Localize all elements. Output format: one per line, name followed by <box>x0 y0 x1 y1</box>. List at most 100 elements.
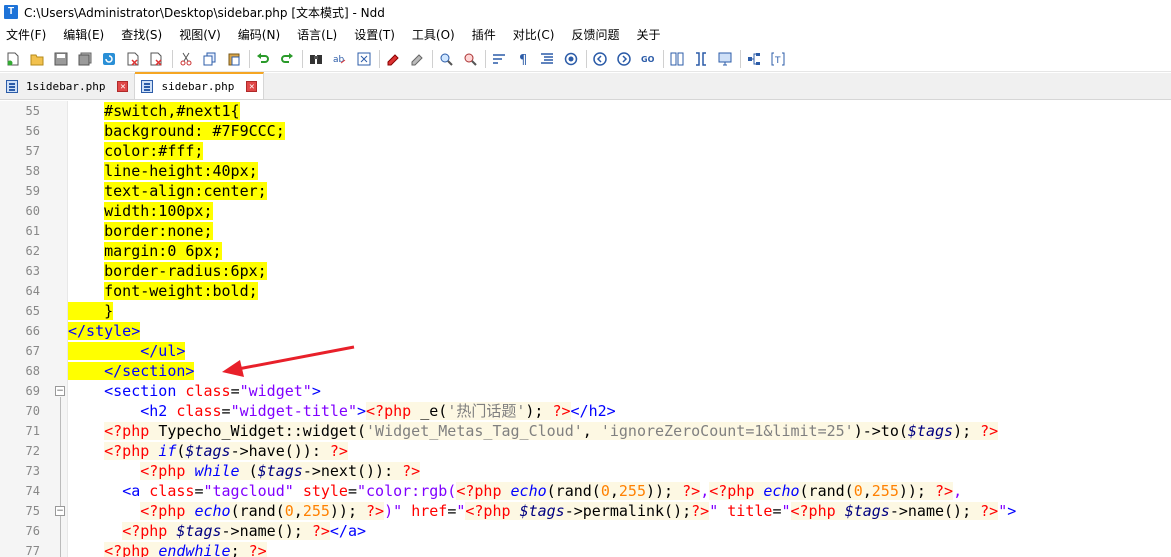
macro-record-icon[interactable] <box>562 50 580 68</box>
menu-about[interactable]: 关于 <box>637 26 661 43</box>
line-number: 74 <box>25 484 40 498</box>
menu-encoding[interactable]: 编码(N) <box>238 26 280 43</box>
line-number: 69 <box>25 384 40 398</box>
code-line: text-align:center; <box>104 182 267 200</box>
undo-icon[interactable] <box>254 50 272 68</box>
close-icon[interactable]: ✕ <box>117 80 129 92</box>
prev-icon[interactable] <box>591 50 609 68</box>
line-number: 64 <box>25 284 40 298</box>
window-title: C:\Users\Administrator\Desktop\sidebar.p… <box>24 5 385 20</box>
line-number: 72 <box>25 444 40 458</box>
menu-compare[interactable]: 对比(C) <box>513 26 555 43</box>
tab-1sidebar[interactable]: 1sidebar.php ✕ <box>0 73 136 99</box>
code-line: </section> <box>68 361 1171 381</box>
code-line: line-height:40px; <box>104 162 258 180</box>
code-line: #switch,#next1{ <box>104 102 240 120</box>
code-line: <h2 class="widget-title"><?php _e('热门话题'… <box>140 402 616 420</box>
word-wrap-icon[interactable] <box>490 50 508 68</box>
toolbar-separator <box>663 49 664 68</box>
line-number: 70 <box>25 404 40 418</box>
fold-toggle-icon[interactable]: − <box>55 386 65 396</box>
text-mode-icon[interactable]: T <box>769 50 787 68</box>
code-editor[interactable]: 55 56 57 58 59 60 61 62 63 64 65 66 67 6… <box>0 101 1171 557</box>
menu-file[interactable]: 文件(F) <box>6 26 46 43</box>
line-number: 60 <box>25 204 40 218</box>
goto-line-icon[interactable]: GO <box>639 50 657 68</box>
svg-text:¶: ¶ <box>519 53 527 66</box>
menu-search[interactable]: 查找(S) <box>121 26 162 43</box>
code-line: <?php endwhile; ?> <box>68 541 1171 557</box>
code-line: font-weight:bold; <box>104 282 258 300</box>
tree-icon[interactable] <box>745 50 763 68</box>
menu-settings[interactable]: 设置(T) <box>354 26 395 43</box>
show-symbols-icon[interactable]: ¶ <box>514 50 532 68</box>
toolbar-separator <box>302 49 303 68</box>
code-line: border:none; <box>104 222 213 240</box>
code-line: margin:0 6px; <box>104 242 222 260</box>
find-icon[interactable] <box>307 50 325 68</box>
menu-language[interactable]: 语言(L) <box>297 26 337 43</box>
line-number: 66 <box>25 324 40 338</box>
tab-sidebar[interactable]: sidebar.php ✕ <box>135 72 265 99</box>
mark-icon[interactable] <box>384 50 402 68</box>
zoom-in-icon[interactable] <box>437 50 455 68</box>
paste-icon[interactable] <box>225 50 243 68</box>
next-icon[interactable] <box>615 50 633 68</box>
svg-text:T: T <box>774 56 781 66</box>
code-line: color:#fff; <box>104 142 204 160</box>
line-number-gutter: 55 56 57 58 59 60 61 62 63 64 65 66 67 6… <box>0 101 52 557</box>
menu-view[interactable]: 视图(V) <box>179 26 221 43</box>
toolbar-separator <box>432 49 433 68</box>
code-line: width:100px; <box>104 202 213 220</box>
file-icon <box>6 79 18 93</box>
app-icon: T <box>4 5 18 19</box>
svg-text:ab: ab <box>333 55 345 65</box>
line-number: 76 <box>25 524 40 538</box>
line-number: 65 <box>25 304 40 318</box>
line-number: 73 <box>25 464 40 478</box>
line-number: 71 <box>25 424 40 438</box>
open-file-icon[interactable] <box>28 50 46 68</box>
toolbar-separator <box>249 49 250 68</box>
menu-plugins[interactable]: 插件 <box>472 26 496 43</box>
tab-label: 1sidebar.php <box>26 79 106 93</box>
menu-tools[interactable]: 工具(O) <box>412 26 455 43</box>
menu-edit[interactable]: 编辑(E) <box>63 26 104 43</box>
cut-icon[interactable] <box>177 50 195 68</box>
menu-feedback[interactable]: 反馈问题 <box>571 26 619 43</box>
save-icon[interactable] <box>52 50 70 68</box>
code-line: <?php $tags->name(); ?></a> <box>122 522 367 540</box>
compare-icon[interactable] <box>668 50 686 68</box>
code-line: <?php if($tags->have()): ?> <box>104 442 348 460</box>
code-area[interactable]: #switch,#next1{ background: #7F9CCC; col… <box>68 101 1171 557</box>
indent-guide-icon[interactable] <box>538 50 556 68</box>
toolbar-separator <box>172 49 173 68</box>
code-line: <a class="tagcloud" style="color:rgb(<?p… <box>122 482 963 500</box>
clear-mark-icon[interactable] <box>408 50 426 68</box>
fold-toggle-icon[interactable]: − <box>55 506 65 516</box>
line-number: 58 <box>25 164 40 178</box>
line-number: 77 <box>25 544 40 557</box>
close-all-icon[interactable] <box>148 50 166 68</box>
code-line: </ul> <box>68 341 1171 361</box>
save-all-icon[interactable] <box>76 50 94 68</box>
line-number: 61 <box>25 224 40 238</box>
code-line: <?php echo(rand(0,255)); ?>)" href="<?ph… <box>140 502 1017 520</box>
goto-icon[interactable] <box>355 50 373 68</box>
line-number: 55 <box>25 104 40 118</box>
code-line: <section class="widget"> <box>104 382 321 400</box>
fold-guide <box>60 397 61 557</box>
reload-icon[interactable] <box>100 50 118 68</box>
redo-icon[interactable] <box>278 50 296 68</box>
zoom-out-icon[interactable] <box>461 50 479 68</box>
close-icon[interactable] <box>124 50 142 68</box>
toolbar: ab ¶ GO T <box>0 46 1171 72</box>
toolbar-separator <box>740 49 741 68</box>
binary-compare-icon[interactable] <box>692 50 710 68</box>
monitor-icon[interactable] <box>716 50 734 68</box>
replace-icon[interactable]: ab <box>331 50 349 68</box>
code-line: <?php Typecho_Widget::widget('Widget_Met… <box>104 422 999 440</box>
copy-icon[interactable] <box>201 50 219 68</box>
new-file-icon[interactable] <box>4 50 22 68</box>
close-icon[interactable]: ✕ <box>246 81 258 92</box>
